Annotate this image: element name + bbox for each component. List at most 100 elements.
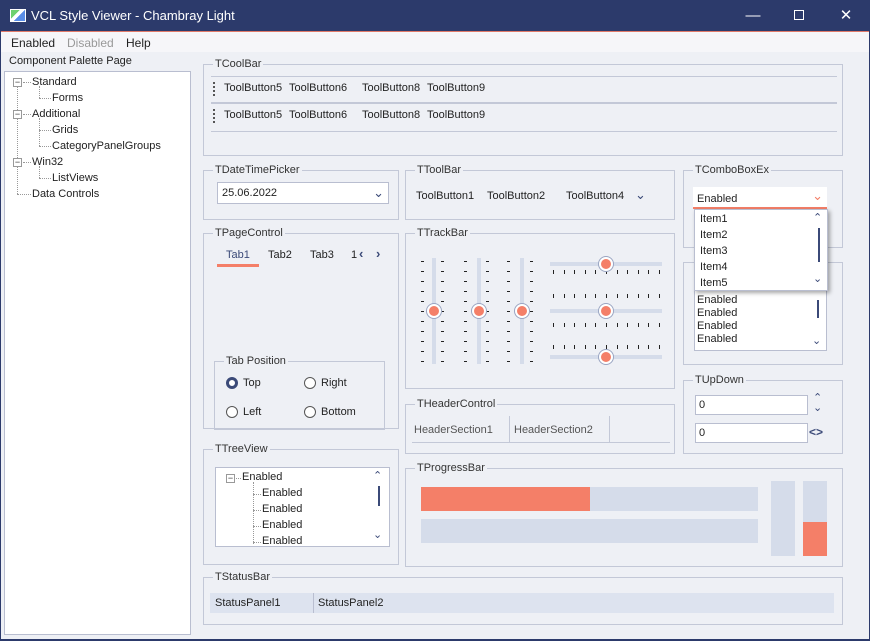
treeview-root[interactable]: Enabled xyxy=(242,471,282,483)
chevron-left-right-icon[interactable]: <> xyxy=(809,425,823,439)
cool-toolbutton6[interactable]: ToolButton6 xyxy=(289,82,347,94)
cool-toolbutton6-row2[interactable]: ToolButton6 xyxy=(289,109,347,121)
trackbar-tick xyxy=(507,261,510,262)
tree-node-listviews[interactable]: ListViews xyxy=(52,172,98,184)
radio-left[interactable] xyxy=(226,406,238,418)
cool-toolbutton5-row2[interactable]: ToolButton5 xyxy=(224,109,282,121)
treeview[interactable]: − Enabled Enabled Enabled Enabled Enable… xyxy=(215,467,390,547)
trackbar-tick xyxy=(486,261,489,262)
dropdown-item[interactable]: Item3 xyxy=(700,245,728,257)
trackbar-tick xyxy=(486,341,489,342)
toolbutton4[interactable]: ToolButton4 xyxy=(566,190,624,202)
trackbar-tick xyxy=(606,294,607,298)
updown-group: TUpDown 0 ⌃ ⌄ 0 <> xyxy=(683,374,843,454)
trackbar-tick xyxy=(530,271,533,272)
comboboxex-dropdown[interactable]: Item1 Item2 Item3 Item4 Item5 ⌃ ⌄ xyxy=(694,209,828,291)
chevron-down-icon[interactable]: ⌄ xyxy=(812,188,823,204)
toolbutton2[interactable]: ToolButton2 xyxy=(487,190,545,202)
list-item[interactable]: Enabled xyxy=(697,294,737,306)
treeview-child[interactable]: Enabled xyxy=(262,503,302,515)
chevron-down-icon[interactable]: ⌄ xyxy=(813,272,822,285)
menu-enabled[interactable]: Enabled xyxy=(11,36,55,50)
header-section-2[interactable]: HeaderSection2 xyxy=(514,424,593,436)
radio-right[interactable] xyxy=(304,377,316,389)
trackbar-tick xyxy=(441,361,444,362)
maximize-button[interactable] xyxy=(776,0,822,31)
active-tab-indicator xyxy=(217,264,259,267)
trackbar-tick xyxy=(507,341,510,342)
menu-disabled[interactable]: Disabled xyxy=(67,36,114,50)
progress-v2-fill xyxy=(803,522,827,556)
htrack-2-thumb[interactable] xyxy=(599,304,613,318)
tab-4[interactable]: 1 xyxy=(351,249,357,261)
radio-bottom[interactable] xyxy=(304,406,316,418)
chevron-up-icon[interactable]: ⌃ xyxy=(373,469,382,482)
chevron-down-icon[interactable]: ⌄ xyxy=(812,334,821,347)
dropdown-item[interactable]: Item4 xyxy=(700,261,728,273)
chevron-down-icon[interactable]: ⌄ xyxy=(813,401,822,414)
chevron-right-icon[interactable]: › xyxy=(376,246,380,261)
comboboxex-field[interactable]: Enabled ⌄ xyxy=(693,187,827,209)
treeview-child[interactable]: Enabled xyxy=(262,535,302,546)
date-value: 25.06.2022 xyxy=(222,187,278,199)
list-item[interactable]: Enabled xyxy=(697,333,737,345)
tree-node-grids[interactable]: Grids xyxy=(52,124,78,136)
tab-3[interactable]: Tab3 xyxy=(310,249,334,261)
updown-field-1[interactable]: 0 xyxy=(695,395,808,415)
tree-node-win32[interactable]: Win32 xyxy=(32,156,63,168)
cool-toolbutton8-row2[interactable]: ToolButton8 xyxy=(362,109,420,121)
list-item[interactable]: Enabled xyxy=(697,320,737,332)
tree-node-data-controls[interactable]: Data Controls xyxy=(32,188,99,200)
chevron-down-icon[interactable]: ⌄ xyxy=(373,528,382,541)
list-item[interactable]: Enabled xyxy=(697,307,737,319)
title-bar[interactable]: VCL Style Viewer - Chambray Light — ✕ xyxy=(0,0,870,31)
radio-top[interactable] xyxy=(226,377,238,389)
expand-additional-icon[interactable]: − xyxy=(13,110,22,119)
collapse-icon[interactable]: − xyxy=(226,474,235,483)
minimize-button[interactable]: — xyxy=(730,0,776,31)
palette-tree[interactable]: − Standard Forms − Additional Grids Cate… xyxy=(4,71,191,635)
trackbar-tick xyxy=(530,331,533,332)
tab-2[interactable]: Tab2 xyxy=(268,249,292,261)
header-section-1[interactable]: HeaderSection1 xyxy=(414,424,493,436)
listbox-scroll-thumb[interactable] xyxy=(817,300,819,318)
tree-node-categorypanelgroups[interactable]: CategoryPanelGroups xyxy=(52,140,161,152)
coolband-grip-1[interactable] xyxy=(213,82,215,96)
chevron-left-icon[interactable]: ‹ xyxy=(359,246,363,261)
tab-1[interactable]: Tab1 xyxy=(226,249,250,261)
menu-help[interactable]: Help xyxy=(126,36,151,50)
cool-toolbutton8[interactable]: ToolButton8 xyxy=(362,82,420,94)
tree-node-forms[interactable]: Forms xyxy=(52,92,83,104)
trackbar-tick xyxy=(627,270,629,274)
trackbar-tick xyxy=(486,331,489,332)
trackbar-tick xyxy=(421,271,424,272)
dropdown-item[interactable]: Item1 xyxy=(700,213,728,225)
vtrack-1-thumb[interactable] xyxy=(427,304,441,318)
cool-toolbutton9[interactable]: ToolButton9 xyxy=(427,82,485,94)
expand-standard-icon[interactable]: − xyxy=(13,78,22,87)
toolbutton1[interactable]: ToolButton1 xyxy=(416,190,474,202)
dropdown-item[interactable]: Item5 xyxy=(700,277,728,289)
trackbar-tick xyxy=(595,270,597,274)
htrack-3-thumb[interactable] xyxy=(599,350,613,364)
vtrack-3-thumb[interactable] xyxy=(515,304,529,318)
cool-toolbutton9-row2[interactable]: ToolButton9 xyxy=(427,109,485,121)
chevron-up-icon[interactable]: ⌃ xyxy=(813,211,822,224)
chevron-down-icon[interactable]: ⌄ xyxy=(373,185,384,201)
trackbar-tick xyxy=(441,311,444,312)
vtrack-2-thumb[interactable] xyxy=(472,304,486,318)
htrack-1-thumb[interactable] xyxy=(599,257,613,271)
dropdown-scroll-thumb[interactable] xyxy=(818,228,820,262)
treeview-scroll-thumb[interactable] xyxy=(378,486,380,506)
close-button[interactable]: ✕ xyxy=(823,0,869,31)
coolband-grip-2[interactable] xyxy=(213,109,215,123)
cool-toolbutton5[interactable]: ToolButton5 xyxy=(224,82,282,94)
expand-win32-icon[interactable]: − xyxy=(13,158,22,167)
trackbar-tick xyxy=(421,321,424,322)
date-field[interactable]: 25.06.2022 ⌄ xyxy=(217,182,389,204)
dropdown-item[interactable]: Item2 xyxy=(700,229,728,241)
treeview-child[interactable]: Enabled xyxy=(262,519,302,531)
chevron-down-icon[interactable]: ⌄ xyxy=(635,187,646,203)
treeview-child[interactable]: Enabled xyxy=(262,487,302,499)
updown-field-2[interactable]: 0 xyxy=(695,423,808,443)
